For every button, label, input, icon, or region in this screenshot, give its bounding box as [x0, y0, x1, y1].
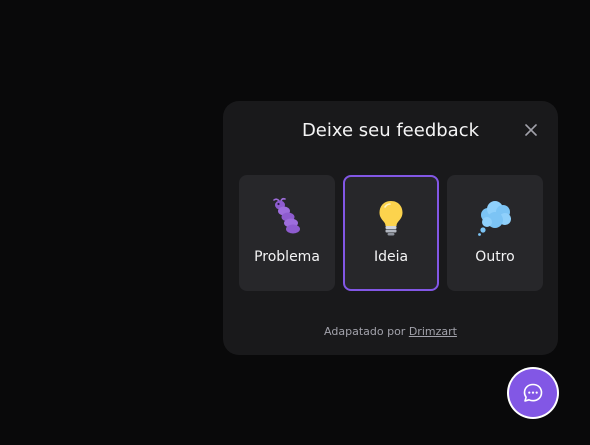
option-problema[interactable]: Problema — [239, 175, 335, 291]
feedback-type-options: Problema Ideia Outro — [239, 175, 543, 291]
feedback-launcher-button[interactable] — [509, 369, 557, 417]
panel-footer: Adapatado por Drimzart — [223, 324, 558, 340]
option-outro[interactable]: Outro — [447, 175, 543, 291]
thought-bubble-icon — [478, 201, 511, 236]
option-label-problema: Problema — [254, 249, 320, 265]
close-button[interactable] — [521, 120, 541, 140]
option-ideia[interactable]: Ideia — [343, 175, 439, 291]
bug-icon — [273, 197, 300, 234]
chat-bubble-icon — [523, 383, 543, 402]
option-label-outro: Outro — [475, 249, 515, 265]
feedback-panel: Deixe seu feedback Problema Ideia Outro … — [223, 101, 558, 355]
panel-title: Deixe seu feedback — [301, 120, 480, 141]
lightbulb-icon — [379, 201, 403, 236]
option-label-ideia: Ideia — [373, 249, 409, 265]
close-icon — [525, 124, 537, 136]
footer-prefix: Adapatado por — [324, 325, 406, 338]
footer-author-link[interactable]: Drimzart — [409, 325, 457, 338]
